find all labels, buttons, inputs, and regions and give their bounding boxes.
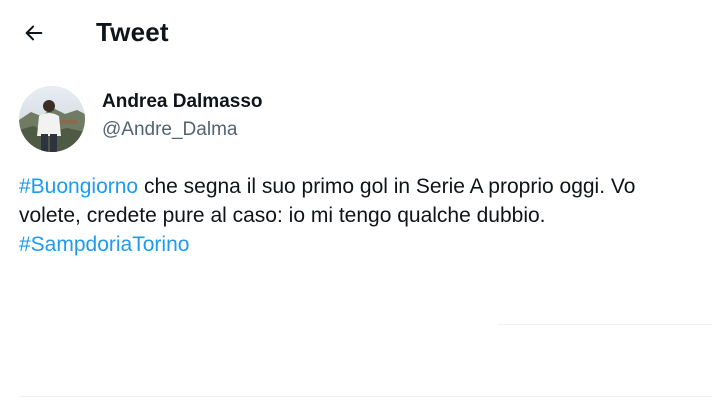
avatar[interactable]: [19, 86, 85, 152]
tweet-line-2: volete, credete pure al caso: io mi teng…: [19, 204, 546, 227]
hashtag-link-buongiorno[interactable]: #Buongiorno: [19, 175, 138, 198]
tweet-line-1: #Buongiorno che segna il suo primo gol i…: [19, 172, 709, 201]
hashtag-link-sampdoriatorino[interactable]: #SampdoriaTorino: [19, 233, 189, 256]
tweet-text-segment: che segna il suo primo gol in Serie A pr…: [138, 175, 636, 198]
author-names: Andrea Dalmasso @Andre_Dalma: [102, 90, 263, 142]
tweet-author: Andrea Dalmasso @Andre_Dalma: [19, 86, 263, 152]
divider: [498, 324, 712, 325]
divider: [19, 396, 712, 397]
header-bar: Tweet: [0, 0, 712, 66]
author-handle[interactable]: @Andre_Dalma: [102, 118, 263, 142]
tweet-body: #Buongiorno che segna il suo primo gol i…: [19, 172, 709, 259]
author-display-name[interactable]: Andrea Dalmasso: [102, 90, 263, 114]
tweet-line-3: #SampdoriaTorino: [19, 230, 709, 259]
back-button[interactable]: [16, 15, 52, 51]
page-title: Tweet: [96, 17, 169, 47]
tweet-page: Tweet Andrea Dalmasso @Andre_Dalma #Buon…: [0, 0, 712, 402]
arrow-left-icon: [25, 25, 43, 41]
